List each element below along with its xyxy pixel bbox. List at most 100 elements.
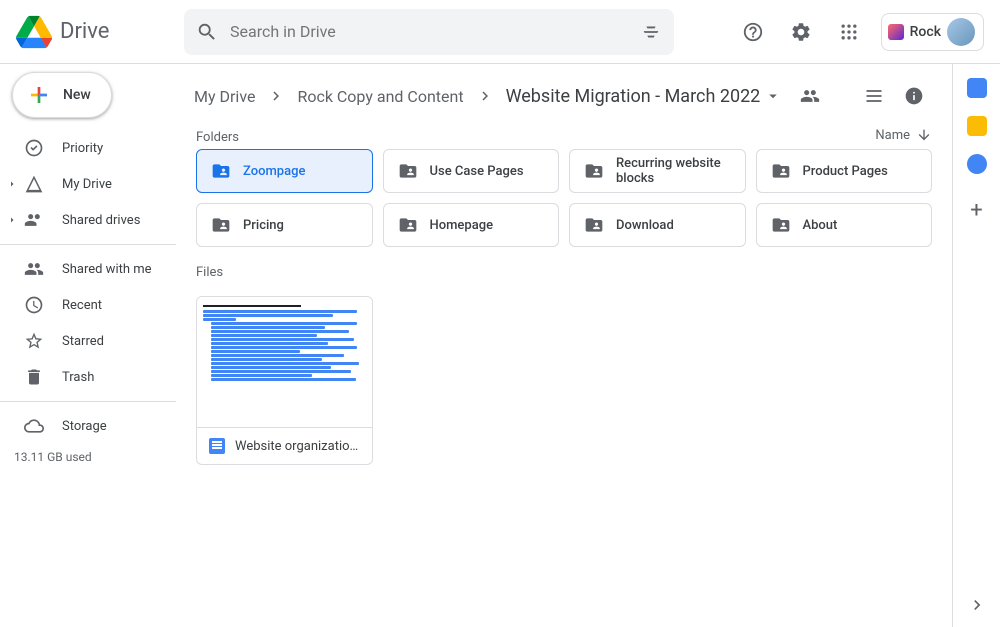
- sidebar-item-starred[interactable]: Starred: [0, 323, 176, 359]
- account-chip[interactable]: Rock: [881, 13, 984, 51]
- folder-shared-icon: [584, 161, 604, 181]
- apps-icon: [839, 22, 859, 42]
- files-grid: Website organization and as...: [176, 288, 952, 473]
- file-thumbnail: [197, 297, 372, 427]
- sidebar-item-recent[interactable]: Recent: [0, 287, 176, 323]
- tasks-addon-icon[interactable]: [967, 154, 987, 174]
- folder-name: Recurring website blocks: [616, 156, 731, 186]
- new-button-label: New: [63, 87, 91, 103]
- breadcrumb-item[interactable]: My Drive: [188, 83, 261, 110]
- new-button[interactable]: New: [12, 72, 112, 118]
- sidebar-item-sharedwithme[interactable]: Shared with me: [0, 251, 176, 287]
- keep-addon-icon[interactable]: [967, 116, 987, 136]
- file-card[interactable]: Website organization and as...: [196, 296, 373, 465]
- collapse-rail-button[interactable]: [967, 595, 987, 615]
- sidebar-item-trash[interactable]: Trash: [0, 359, 176, 395]
- rock-app-icon: [888, 24, 904, 40]
- folder-shared-icon: [398, 161, 418, 181]
- folder-shared-icon: [584, 215, 604, 235]
- folder-grid: Zoompage Use Case Pages Recurring website …: [176, 149, 952, 247]
- folder-card[interactable]: Use Case Pages: [383, 149, 560, 193]
- breadcrumb: My Drive Rock Copy and Content Website M…: [176, 64, 952, 122]
- expand-icon: [6, 178, 18, 190]
- folder-name: Product Pages: [803, 164, 888, 179]
- search-input[interactable]: [230, 22, 628, 41]
- plus-icon: [27, 83, 51, 107]
- priority-icon: [24, 138, 44, 158]
- folder-card[interactable]: Zoompage: [196, 149, 373, 193]
- folder-card[interactable]: Download: [569, 203, 746, 247]
- drive-logo-icon: [16, 14, 52, 50]
- sidebar-item-storage[interactable]: Storage: [0, 408, 176, 444]
- folder-card[interactable]: Product Pages: [756, 149, 933, 193]
- sidebar-item-label: Starred: [62, 334, 104, 349]
- folder-name: Download: [616, 218, 674, 233]
- sidebar-item-priority[interactable]: Priority: [0, 130, 176, 166]
- sidebar-item-label: Shared with me: [62, 262, 152, 277]
- chevron-right-icon: [267, 87, 285, 105]
- folder-card[interactable]: Recurring website blocks: [569, 149, 746, 193]
- sort-label: Name: [875, 128, 910, 143]
- folder-shared-icon: [771, 215, 791, 235]
- share-button[interactable]: [794, 80, 826, 112]
- folder-shared-icon: [771, 161, 791, 181]
- folder-name: About: [803, 218, 838, 233]
- folder-name: Homepage: [430, 218, 494, 233]
- content-area: My Drive Rock Copy and Content Website M…: [176, 64, 952, 627]
- sidebar-item-label: Storage: [62, 419, 107, 434]
- help-icon: [742, 21, 764, 43]
- folder-card[interactable]: Pricing: [196, 203, 373, 247]
- view-details-button[interactable]: [896, 78, 932, 114]
- search-options-icon[interactable]: [640, 21, 662, 43]
- add-addon-button[interactable]: +: [970, 198, 982, 223]
- sidebar-item-label: Trash: [62, 370, 94, 385]
- avatar: [947, 18, 975, 46]
- sidebar-item-shareddrives[interactable]: Shared drives: [0, 202, 176, 238]
- folder-shared-icon: [398, 215, 418, 235]
- search-icon: [196, 21, 218, 43]
- info-icon: [904, 86, 924, 106]
- file-name: Website organization and as...: [235, 439, 360, 454]
- calendar-addon-icon[interactable]: [967, 78, 987, 98]
- sidebar: New Priority My Drive Shared drives Shar…: [0, 64, 176, 627]
- side-rail: +: [952, 64, 1000, 627]
- folder-shared-icon: [211, 161, 231, 181]
- view-list-button[interactable]: [856, 78, 892, 114]
- recent-icon: [24, 295, 44, 315]
- sidebar-item-label: Recent: [62, 298, 102, 313]
- sidebar-item-label: Priority: [62, 141, 103, 156]
- shared-drives-icon: [24, 210, 44, 230]
- mydrive-icon: [24, 174, 44, 194]
- search-bar[interactable]: [184, 9, 674, 55]
- star-icon: [24, 331, 44, 351]
- sort-control[interactable]: Name: [176, 127, 952, 149]
- arrow-down-icon: [916, 127, 932, 143]
- header: Drive Rock: [0, 0, 1000, 64]
- folder-card[interactable]: Homepage: [383, 203, 560, 247]
- breadcrumb-current[interactable]: Website Migration - March 2022: [500, 82, 789, 111]
- folder-shared-icon: [211, 215, 231, 235]
- dropdown-icon: [764, 87, 782, 105]
- sidebar-item-label: Shared drives: [62, 213, 140, 228]
- gdoc-icon: [209, 438, 225, 454]
- expand-icon: [6, 214, 18, 226]
- logo-area[interactable]: Drive: [16, 14, 176, 50]
- list-view-icon: [864, 86, 884, 106]
- folder-name: Pricing: [243, 218, 284, 233]
- breadcrumb-item[interactable]: Rock Copy and Content: [291, 83, 469, 110]
- folder-name: Zoompage: [243, 164, 305, 179]
- account-name: Rock: [910, 24, 941, 40]
- settings-button[interactable]: [781, 12, 821, 52]
- people-icon: [800, 86, 820, 106]
- apps-button[interactable]: [829, 12, 869, 52]
- sidebar-item-mydrive[interactable]: My Drive: [0, 166, 176, 202]
- cloud-icon: [24, 416, 44, 436]
- folder-card[interactable]: About: [756, 203, 933, 247]
- gear-icon: [790, 21, 812, 43]
- folder-name: Use Case Pages: [430, 164, 524, 179]
- shared-icon: [24, 259, 44, 279]
- brand-label: Drive: [60, 19, 109, 44]
- help-button[interactable]: [733, 12, 773, 52]
- chevron-right-icon: [476, 87, 494, 105]
- trash-icon: [24, 367, 44, 387]
